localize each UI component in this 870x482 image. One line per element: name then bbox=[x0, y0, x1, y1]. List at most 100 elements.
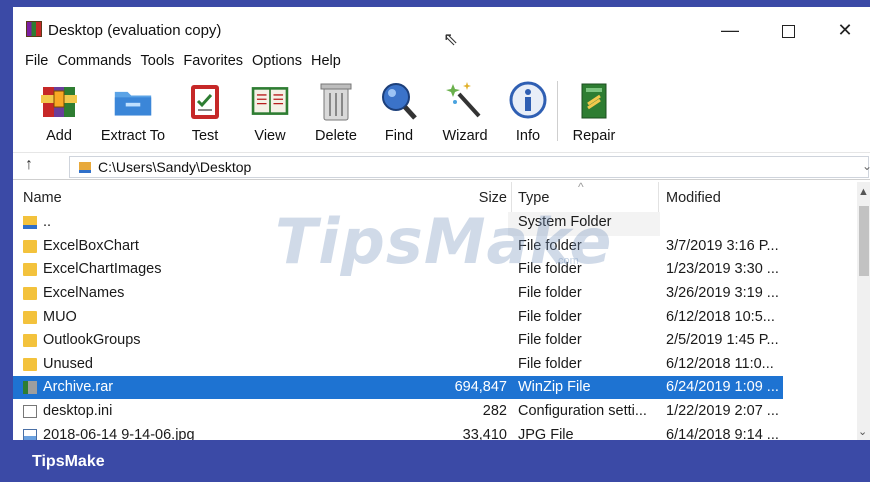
wand-icon bbox=[445, 80, 485, 122]
vertical-scrollbar[interactable]: ▲ ⌄ bbox=[857, 182, 870, 440]
up-folder-icon bbox=[23, 216, 37, 229]
ini-file-icon bbox=[23, 405, 37, 418]
file-modified: 6/14/2018 9:14 ... bbox=[666, 427, 779, 440]
folder-icon bbox=[23, 240, 37, 253]
extract-folder-icon bbox=[113, 80, 153, 122]
file-size: 694,847 bbox=[454, 379, 507, 395]
file-modified: 6/24/2019 1:09 ... bbox=[666, 379, 779, 395]
folder-icon bbox=[23, 334, 37, 347]
menu-favorites[interactable]: Favorites bbox=[179, 51, 248, 73]
test-clipboard-icon bbox=[185, 80, 225, 122]
test-button[interactable]: Test bbox=[179, 75, 231, 147]
file-modified: 6/12/2018 11:0... bbox=[666, 356, 774, 372]
view-label: View bbox=[254, 128, 286, 144]
repair-label: Repair bbox=[572, 128, 616, 144]
maximize-button[interactable] bbox=[768, 17, 808, 43]
up-folder-button[interactable]: ↑ bbox=[25, 156, 33, 174]
file-type: File folder bbox=[518, 285, 582, 301]
file-size: 33,410 bbox=[462, 427, 507, 440]
menu-options[interactable]: Options bbox=[248, 51, 307, 73]
add-button[interactable]: Add bbox=[33, 75, 85, 147]
file-modified: 1/23/2019 3:30 ... bbox=[666, 261, 779, 277]
delete-button[interactable]: Delete bbox=[309, 75, 363, 147]
add-archive-icon bbox=[39, 80, 79, 122]
file-row[interactable]: ExcelNames File folder 3/26/2019 3:19 ..… bbox=[13, 282, 783, 305]
extract-to-button[interactable]: Extract To bbox=[93, 75, 173, 147]
file-name: ExcelChartImages bbox=[43, 261, 162, 277]
chevron-down-icon[interactable]: ⌄ bbox=[862, 159, 870, 173]
watermark-sub: .com bbox=[555, 255, 579, 267]
maximize-icon bbox=[781, 24, 795, 38]
file-modified: 6/12/2018 10:5... bbox=[666, 309, 775, 325]
folder-path-icon bbox=[79, 162, 91, 173]
sort-caret-icon: ^ bbox=[578, 182, 584, 194]
path-field[interactable]: C:\Users\Sandy\Desktop ⌄ bbox=[69, 156, 870, 178]
folder-icon bbox=[23, 263, 37, 276]
folder-icon bbox=[23, 358, 37, 371]
file-name: Archive.rar bbox=[43, 379, 114, 395]
file-name: Unused bbox=[43, 356, 93, 372]
folder-icon bbox=[23, 287, 37, 300]
extract-to-label: Extract To bbox=[100, 128, 166, 144]
file-row[interactable]: MUO File folder 6/12/2018 10:5... bbox=[13, 306, 783, 329]
file-type: JPG File bbox=[518, 427, 574, 440]
magnifier-icon bbox=[379, 80, 419, 122]
file-type: WinZip File bbox=[518, 379, 591, 395]
file-row[interactable]: OutlookGroups File folder 2/5/2019 1:45 … bbox=[13, 329, 783, 352]
file-name: ExcelBoxChart bbox=[43, 238, 139, 254]
info-icon bbox=[508, 80, 548, 122]
column-modified[interactable]: Modified bbox=[666, 190, 721, 206]
info-button[interactable]: Info bbox=[505, 75, 551, 147]
test-label: Test bbox=[191, 128, 219, 144]
file-modified: 3/26/2019 3:19 ... bbox=[666, 285, 779, 301]
file-type: File folder bbox=[518, 332, 582, 348]
info-label: Info bbox=[515, 128, 541, 144]
scroll-up-icon[interactable]: ▲ bbox=[858, 186, 869, 198]
winrar-app-icon bbox=[26, 21, 42, 37]
file-modified: 2/5/2019 1:45 P... bbox=[666, 332, 779, 348]
watermark: TipsMake bbox=[275, 205, 613, 278]
file-row-selected[interactable]: Archive.rar 694,847 WinZip File 6/24/201… bbox=[13, 376, 783, 399]
repair-button[interactable]: Repair bbox=[568, 75, 620, 147]
footer-brand: TipsMake bbox=[32, 453, 105, 470]
menu-tools[interactable]: Tools bbox=[137, 51, 180, 73]
view-book-icon bbox=[250, 80, 290, 122]
file-name: ExcelNames bbox=[43, 285, 125, 301]
file-type: File folder bbox=[518, 309, 582, 325]
column-divider[interactable] bbox=[658, 182, 659, 212]
menu-commands[interactable]: Commands bbox=[53, 51, 136, 73]
close-button[interactable]: ✕ bbox=[825, 17, 865, 43]
jpg-file-icon bbox=[23, 429, 37, 440]
minimize-button[interactable]: — bbox=[710, 17, 750, 43]
menu-bar: File Commands Tools Favorites Options He… bbox=[13, 51, 346, 73]
find-label: Find bbox=[384, 128, 414, 144]
file-name: 2018-06-14 9-14-06.jpg bbox=[43, 427, 195, 440]
scroll-down-icon[interactable]: ⌄ bbox=[858, 425, 867, 438]
wizard-label: Wizard bbox=[442, 128, 488, 144]
file-row[interactable]: desktop.ini 282 Configuration setti... 1… bbox=[13, 400, 783, 423]
wizard-button[interactable]: Wizard bbox=[437, 75, 493, 147]
repair-kit-icon bbox=[574, 80, 614, 122]
trash-icon bbox=[316, 80, 356, 122]
column-name[interactable]: Name bbox=[23, 190, 62, 206]
address-bar: ↑ C:\Users\Sandy\Desktop ⌄ bbox=[13, 152, 870, 180]
file-name: OutlookGroups bbox=[43, 332, 141, 348]
path-text: C:\Users\Sandy\Desktop bbox=[98, 159, 252, 175]
file-row[interactable]: 2018-06-14 9-14-06.jpg 33,410 JPG File 6… bbox=[13, 424, 783, 440]
menu-file[interactable]: File bbox=[21, 51, 53, 73]
title-bar[interactable]: Desktop (evaluation copy) ⇖ — ✕ bbox=[13, 7, 870, 49]
file-name: MUO bbox=[43, 309, 77, 325]
scroll-thumb[interactable] bbox=[859, 206, 869, 276]
file-name: desktop.ini bbox=[43, 403, 113, 419]
mouse-cursor-icon: ⇖ bbox=[443, 29, 459, 49]
toolbar: Add Extract To Test View Delete Find Wiz… bbox=[13, 75, 870, 149]
file-modified: 3/7/2019 3:16 P... bbox=[666, 238, 779, 254]
menu-help[interactable]: Help bbox=[307, 51, 346, 73]
find-button[interactable]: Find bbox=[375, 75, 423, 147]
file-row[interactable]: Unused File folder 6/12/2018 11:0... bbox=[13, 353, 783, 376]
column-type[interactable]: Type bbox=[518, 190, 549, 206]
view-button[interactable]: View bbox=[241, 75, 299, 147]
folder-icon bbox=[23, 311, 37, 324]
column-size[interactable]: Size bbox=[433, 190, 507, 206]
file-type: Configuration setti... bbox=[518, 403, 647, 419]
